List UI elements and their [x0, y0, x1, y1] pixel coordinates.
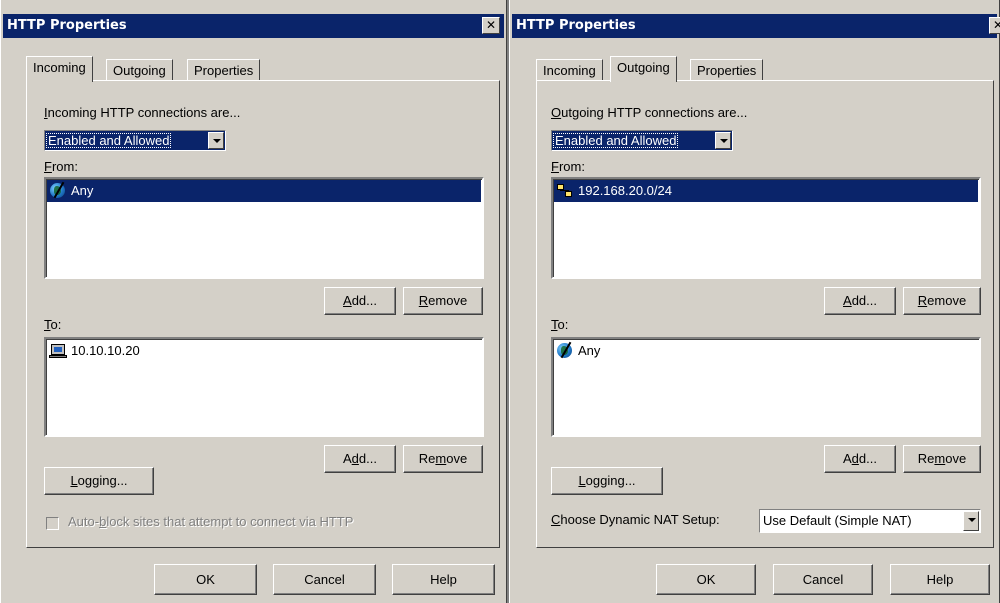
to-listbox[interactable]: 10.10.10.20: [44, 337, 484, 437]
to-label: To:: [551, 317, 569, 332]
from-remove-button[interactable]: Remove: [403, 287, 483, 315]
connections-value: Enabled and Allowed: [46, 133, 172, 148]
from-add-button[interactable]: Add...: [324, 287, 396, 315]
ok-button[interactable]: OK: [154, 564, 257, 595]
tab-label: Incoming: [33, 60, 86, 75]
close-icon: ✕: [485, 18, 497, 32]
tab-panel-incoming: Incoming HTTP connections are... Enabled…: [26, 80, 500, 548]
close-icon: ✕: [992, 18, 1000, 32]
autoblock-label: Auto-block sites that attempt to connect…: [68, 514, 354, 529]
chevron-down-icon[interactable]: [208, 132, 224, 149]
globe-icon: [49, 181, 67, 199]
list-item[interactable]: 10.10.10.20: [47, 340, 481, 362]
tab-label: Incoming: [543, 63, 596, 78]
window-title: HTTP Properties: [516, 18, 636, 33]
from-listbox[interactable]: 192.168.20.0/24: [551, 177, 981, 279]
tab-properties[interactable]: Properties: [187, 59, 261, 81]
title-bar[interactable]: HTTP Properties ✕: [3, 14, 504, 38]
cancel-button[interactable]: Cancel: [273, 564, 376, 595]
nat-setup-label: Choose Dynamic NAT Setup:: [551, 512, 720, 527]
connections-dropdown[interactable]: Enabled and Allowed: [44, 130, 226, 151]
tab-properties[interactable]: Properties: [690, 59, 764, 81]
tab-label: Properties: [194, 63, 254, 78]
list-item[interactable]: Any: [47, 180, 481, 202]
ok-button[interactable]: OK: [656, 564, 756, 595]
list-item[interactable]: 192.168.20.0/24: [554, 180, 978, 202]
http-properties-dialog-outgoing: HTTP Properties ✕ Incoming Outgoing Prop…: [509, 0, 1000, 603]
globe-icon: [556, 341, 574, 359]
connections-label: Incoming HTTP connections are...: [44, 105, 241, 120]
tab-outgoing[interactable]: Outgoing: [106, 59, 173, 81]
from-remove-button[interactable]: Remove: [903, 287, 981, 315]
to-remove-button[interactable]: Remove: [903, 445, 981, 473]
http-properties-dialog-incoming: HTTP Properties ✕ Incoming Outgoing Prop…: [0, 0, 507, 603]
cancel-button[interactable]: Cancel: [773, 564, 873, 595]
tab-panel-outgoing: Outgoing HTTP connections are... Enabled…: [536, 80, 994, 548]
from-label: From:: [551, 159, 585, 174]
close-button[interactable]: ✕: [482, 17, 500, 34]
chevron-down-icon[interactable]: [963, 511, 979, 531]
from-label: From:: [44, 159, 78, 174]
autoblock-checkbox[interactable]: [46, 517, 59, 530]
list-item[interactable]: Any: [554, 340, 978, 362]
to-label: To:: [44, 317, 62, 332]
network-icon: [556, 183, 574, 199]
help-button[interactable]: Help: [890, 564, 990, 595]
tab-label: Outgoing: [113, 63, 166, 78]
list-item-text: Any: [578, 343, 601, 358]
nat-setup-dropdown[interactable]: Use Default (Simple NAT): [759, 509, 981, 533]
connections-label: Outgoing HTTP connections are...: [551, 105, 748, 120]
computer-icon: [49, 343, 67, 359]
to-listbox[interactable]: Any: [551, 337, 981, 437]
tab-incoming[interactable]: Incoming: [536, 59, 603, 81]
nat-setup-value: Use Default (Simple NAT): [763, 513, 912, 528]
title-bar[interactable]: HTTP Properties ✕: [512, 14, 1000, 38]
tab-incoming[interactable]: Incoming: [26, 56, 93, 82]
list-item-text: Any: [71, 183, 94, 198]
logging-button[interactable]: Logging...: [551, 467, 663, 495]
to-remove-button[interactable]: Remove: [403, 445, 483, 473]
to-add-button[interactable]: Add...: [324, 445, 396, 473]
connections-value: Enabled and Allowed: [553, 133, 679, 148]
logging-button[interactable]: Logging...: [44, 467, 154, 495]
to-add-button[interactable]: Add...: [824, 445, 896, 473]
from-add-button[interactable]: Add...: [824, 287, 896, 315]
tab-outgoing[interactable]: Outgoing: [610, 56, 677, 82]
tab-label: Properties: [697, 63, 757, 78]
from-listbox[interactable]: Any: [44, 177, 484, 279]
close-button[interactable]: ✕: [989, 17, 1000, 34]
help-button[interactable]: Help: [392, 564, 495, 595]
window-title: HTTP Properties: [7, 18, 127, 33]
list-item-text: 192.168.20.0/24: [578, 183, 672, 198]
list-item-text: 10.10.10.20: [71, 343, 140, 358]
chevron-down-icon[interactable]: [715, 132, 731, 149]
connections-dropdown[interactable]: Enabled and Allowed: [551, 130, 733, 151]
tab-label: Outgoing: [617, 60, 670, 75]
